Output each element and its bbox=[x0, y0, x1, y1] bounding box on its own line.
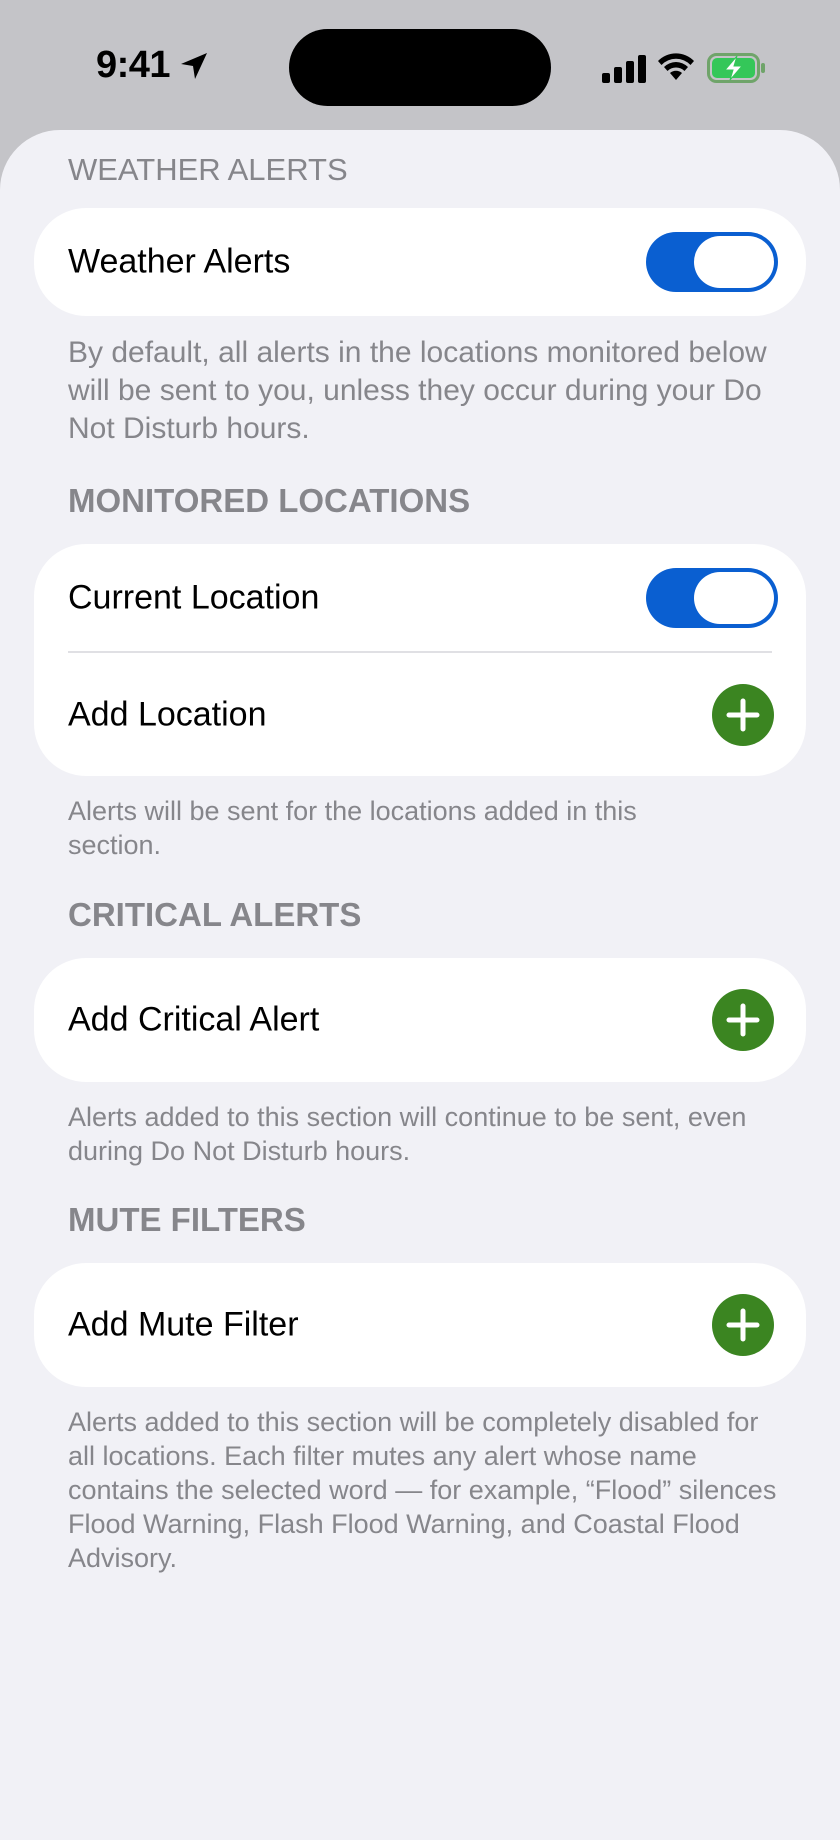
toggle-knob bbox=[694, 572, 774, 624]
status-time: 9:41 bbox=[96, 44, 171, 86]
mute-filters-card: Add Mute Filter bbox=[34, 1263, 806, 1387]
add-mute-filter-label: Add Mute Filter bbox=[68, 1305, 299, 1344]
weather-alerts-label: Weather Alerts bbox=[68, 242, 291, 281]
dynamic-island bbox=[289, 29, 551, 106]
settings-sheet: WEATHER ALERTS Weather Alerts By default… bbox=[0, 130, 840, 1840]
add-location-label: Add Location bbox=[68, 695, 267, 733]
current-location-toggle[interactable] bbox=[646, 568, 778, 628]
add-location-row[interactable]: Add Location bbox=[34, 653, 806, 776]
wifi-icon bbox=[658, 53, 694, 80]
add-mute-filter-button[interactable] bbox=[712, 1294, 774, 1356]
weather-alerts-row: Weather Alerts bbox=[34, 208, 806, 316]
add-mute-filter-row[interactable]: Add Mute Filter bbox=[34, 1263, 806, 1387]
section-header-monitored-locations: MONITORED LOCATIONS bbox=[68, 482, 471, 519]
mute-filters-footer: Alerts added to this section will be com… bbox=[68, 1407, 777, 1573]
monitored-locations-card: Current Location Add Location bbox=[34, 544, 806, 776]
section-header-critical-alerts: CRITICAL ALERTS bbox=[68, 896, 362, 933]
battery-charging-icon bbox=[707, 53, 765, 83]
section-header-mute-filters: MUTE FILTERS bbox=[68, 1201, 306, 1238]
critical-alerts-footer: Alerts added to this section will contin… bbox=[68, 1102, 747, 1166]
add-critical-alert-label: Add Critical Alert bbox=[68, 1000, 320, 1039]
weather-alerts-toggle[interactable] bbox=[646, 232, 778, 292]
section-header-weather-alerts: WEATHER ALERTS bbox=[68, 152, 348, 187]
current-location-row: Current Location bbox=[34, 544, 806, 652]
status-bar: 9:41 bbox=[0, 0, 840, 130]
critical-alerts-card: Add Critical Alert bbox=[34, 958, 806, 1082]
location-arrow-icon bbox=[181, 53, 207, 79]
cellular-signal-icon bbox=[602, 55, 646, 83]
weather-alerts-footer: By default, all alerts in the locations … bbox=[68, 336, 767, 445]
current-location-label: Current Location bbox=[68, 578, 320, 617]
plus-icon bbox=[726, 1003, 760, 1037]
monitored-locations-footer: Alerts will be sent for the locations ad… bbox=[68, 796, 637, 860]
weather-alerts-card: Weather Alerts bbox=[34, 208, 806, 316]
toggle-knob bbox=[694, 236, 774, 288]
plus-icon bbox=[726, 698, 760, 731]
add-critical-alert-button[interactable] bbox=[712, 989, 774, 1051]
add-location-button[interactable] bbox=[712, 683, 774, 746]
add-critical-alert-row[interactable]: Add Critical Alert bbox=[34, 958, 806, 1082]
plus-icon bbox=[726, 1308, 760, 1342]
